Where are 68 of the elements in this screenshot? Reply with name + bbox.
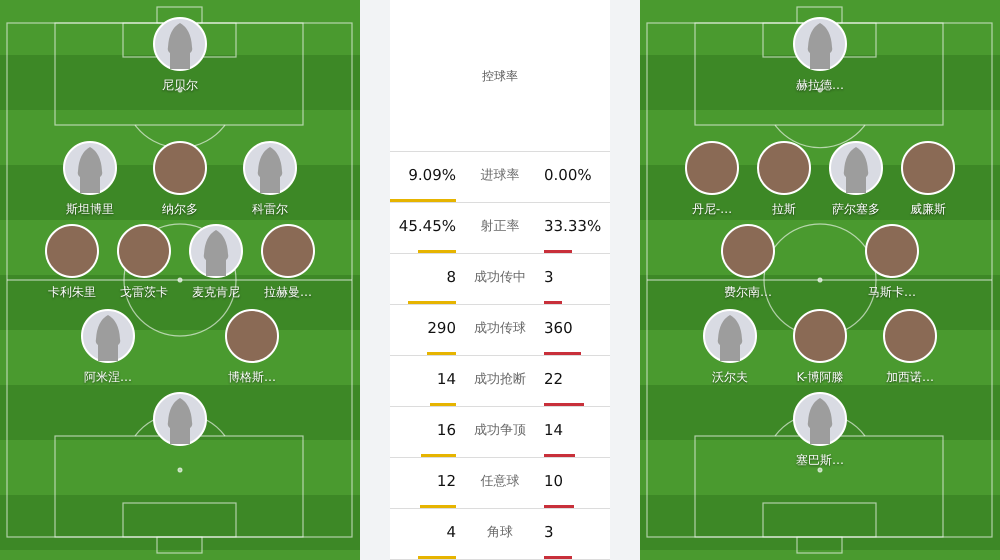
away-stat-value: 3 [544, 522, 554, 544]
home-stat-bar [418, 556, 456, 559]
home-stat-value: 4 [446, 522, 456, 544]
player-name: 费尔南… [724, 284, 772, 300]
player-name: 加西诺… [886, 369, 934, 385]
stat-label: 控球率 [482, 68, 518, 84]
home-stat-bar [418, 250, 456, 253]
home-stat-bar [420, 505, 456, 508]
avatar-silhouette-icon [189, 224, 243, 278]
player-name: 威廉斯 [910, 201, 946, 217]
away-stat-value: 22 [544, 369, 564, 390]
player-name: 博格斯… [228, 369, 276, 385]
away-stat-value: 33.33% [544, 216, 602, 238]
away-stat-bar [544, 403, 584, 406]
home-stat-bar [390, 199, 456, 202]
player-name: 尼贝尔 [162, 77, 198, 93]
away-stat-bar [544, 454, 575, 457]
player-name: 丹尼-… [692, 201, 732, 217]
home-stat-bar [430, 403, 456, 406]
away-stat-bar [544, 556, 572, 559]
avatar-silhouette-icon [703, 309, 757, 363]
away-stat-bar [544, 301, 562, 304]
away-stat-value: 0.00% [544, 165, 592, 186]
home-stat-value: 12 [436, 471, 456, 492]
home-stat-value: 9.09% [408, 165, 456, 186]
stat-label: 射正率 [480, 218, 520, 236]
home-stat-value: 16 [436, 420, 456, 442]
player-name: K-博阿滕 [796, 369, 844, 385]
away-stat-bar [544, 352, 581, 355]
home-stat-value: 290 [427, 318, 456, 340]
away-stat-value: 360 [544, 318, 573, 340]
away-stat-bar [544, 250, 572, 253]
player-name: 阿米涅… [84, 369, 132, 385]
away-stat-value: 3 [544, 267, 554, 288]
avatar-silhouette-icon [829, 141, 883, 195]
stat-label: 成功抢断 [474, 370, 526, 389]
player-name: 萨尔塞多 [832, 201, 880, 217]
player-name: 科雷尔 [252, 201, 288, 217]
avatar-silhouette-icon [793, 17, 847, 71]
avatar-silhouette-icon [81, 309, 135, 363]
away-stat-value: 14 [544, 420, 564, 442]
stat-label: 进球率 [480, 166, 520, 185]
player-name: 拉斯 [772, 201, 796, 217]
home-stat-value: 8 [446, 267, 456, 288]
home-stat-bar [420, 454, 456, 457]
player-name: 斯坦博里 [66, 201, 114, 217]
avatar-silhouette-icon [63, 141, 117, 195]
stat-label: 成功传中 [474, 268, 526, 287]
away-stat-value: 10 [544, 471, 564, 492]
home-stat-bar [426, 352, 456, 355]
stat-label: 任意球 [480, 472, 520, 491]
player-name: 赫拉德… [796, 77, 844, 93]
player-name: 塞巴斯… [796, 452, 844, 468]
away-stat-bar [544, 505, 574, 508]
avatar-silhouette-icon [153, 17, 207, 71]
stat-label: 成功争顶 [474, 422, 526, 440]
player-name: 纳尔多 [162, 201, 198, 217]
home-stat-value: 14 [436, 369, 456, 390]
avatar-silhouette-icon [243, 141, 297, 195]
player-name: 沃尔夫 [712, 369, 748, 385]
home-stat-bar [408, 301, 456, 304]
home-stat-value: 45.45% [398, 216, 456, 238]
avatar-silhouette-icon [153, 392, 207, 446]
avatar-silhouette-icon [793, 392, 847, 446]
stat-label: 成功传球 [474, 320, 526, 338]
stat-label: 角球 [487, 524, 513, 542]
player-name: 卡利朱里 [48, 284, 96, 300]
player-name: 拉赫曼… [264, 284, 312, 300]
